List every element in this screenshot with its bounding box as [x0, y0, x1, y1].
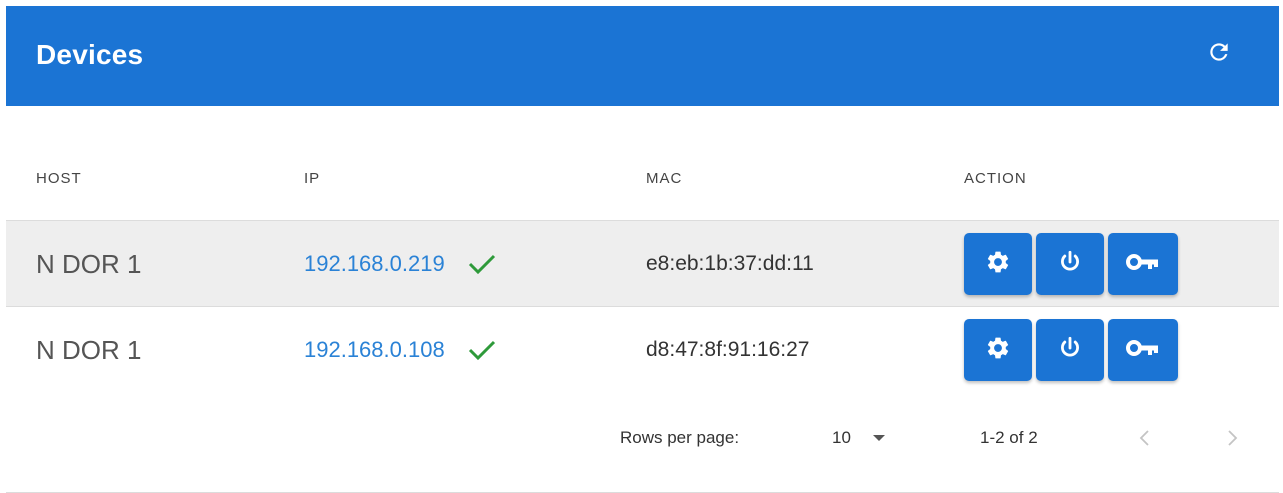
key-button[interactable] [1108, 319, 1178, 381]
host-cell: N DOR 1 [36, 334, 142, 365]
key-icon [1126, 251, 1160, 278]
refresh-button[interactable] [1201, 36, 1237, 72]
key-button[interactable] [1108, 233, 1178, 295]
settings-button[interactable] [964, 233, 1032, 295]
key-icon [1126, 337, 1160, 364]
host-cell: N DOR 1 [36, 248, 142, 279]
pagination-footer: Rows per page: 10 1-2 of 2 [6, 398, 1279, 468]
ip-cell: 192.168.0.108 [304, 307, 497, 393]
column-header-host: HOST [36, 170, 82, 187]
power-button[interactable] [1036, 319, 1104, 381]
power-button[interactable] [1036, 233, 1104, 295]
rows-per-page-value: 10 [832, 428, 851, 447]
table-row: N DOR 1 192.168.0.108 d8:47:8f:91:16:27 [6, 306, 1279, 393]
column-header-ip: IP [304, 170, 321, 187]
table-header: HOST IP MAC ACTION [6, 106, 1279, 220]
gear-icon [985, 249, 1011, 280]
chevron-left-icon [1135, 428, 1155, 453]
gear-icon [985, 335, 1011, 366]
devices-card: Devices HOST IP MAC ACTION N DOR 1 192.1… [6, 6, 1279, 493]
toolbar: Devices [6, 6, 1279, 106]
action-cell [964, 307, 1182, 393]
action-cell [964, 221, 1182, 307]
rows-per-page-select[interactable]: 10 [818, 422, 900, 454]
rows-per-page-label: Rows per page: [620, 428, 740, 447]
mac-cell: e8:eb:1b:37:dd:11 [646, 252, 814, 275]
pagination-range: 1-2 of 2 [980, 428, 1038, 447]
settings-button[interactable] [964, 319, 1032, 381]
refresh-icon [1206, 39, 1232, 70]
next-page-button[interactable] [1214, 422, 1250, 458]
column-header-mac: MAC [646, 170, 683, 187]
table-row: N DOR 1 192.168.0.219 e8:eb:1b:37:dd:11 [6, 220, 1279, 307]
page-title: Devices [36, 39, 144, 70]
column-header-action: ACTION [964, 170, 1027, 187]
power-icon [1057, 335, 1083, 366]
ip-link[interactable]: 192.168.0.219 [304, 251, 445, 277]
previous-page-button[interactable] [1127, 422, 1163, 458]
ip-link[interactable]: 192.168.0.108 [304, 337, 445, 363]
chevron-right-icon [1222, 428, 1242, 453]
caret-down-icon [872, 435, 885, 441]
power-icon [1057, 249, 1083, 280]
check-icon [467, 338, 497, 362]
check-icon [467, 252, 497, 276]
mac-cell: d8:47:8f:91:16:27 [646, 338, 810, 361]
ip-cell: 192.168.0.219 [304, 221, 497, 307]
